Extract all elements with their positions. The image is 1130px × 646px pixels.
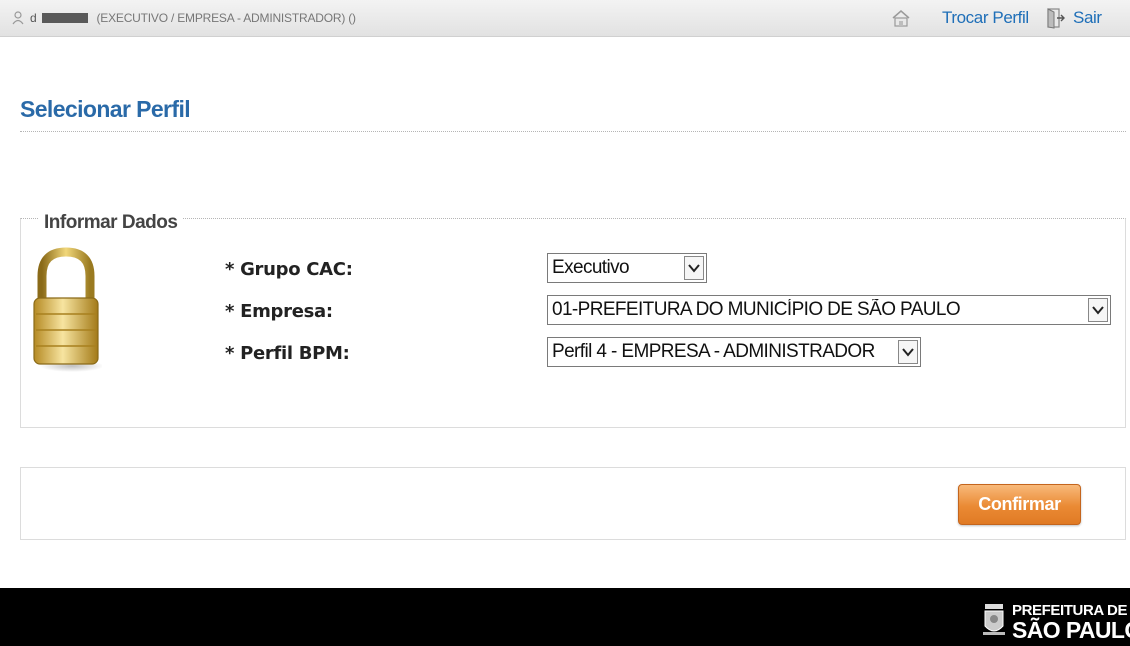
user-profile-text: (EXECUTIVO / EMPRESA - ADMINISTRADOR) (): [96, 11, 356, 25]
grupo-cac-value: Executivo: [552, 257, 630, 278]
perfil-bpm-label: * Perfil BPM:: [225, 343, 350, 364]
chevron-down-icon[interactable]: [1088, 298, 1108, 322]
chevron-down-icon[interactable]: [684, 256, 704, 280]
city-seal-icon: [983, 604, 1005, 635]
home-icon[interactable]: [891, 8, 911, 28]
sair-link[interactable]: Sair: [1073, 8, 1102, 28]
empresa-select[interactable]: 01-PREFEITURA DO MUNICÍPIO DE SÃO PAULO: [547, 295, 1111, 325]
fieldset-legend: Informar Dados: [38, 212, 184, 234]
empresa-value: 01-PREFEITURA DO MUNICÍPIO DE SÃO PAULO: [552, 299, 961, 320]
grupo-cac-select[interactable]: Executivo: [547, 253, 707, 283]
prefeitura-logo: PREFEITURA DE SÃO PAULO: [982, 598, 1130, 643]
user-icon: [12, 11, 24, 25]
exit-door-icon[interactable]: [1045, 7, 1065, 29]
empresa-label: * Empresa:: [225, 301, 333, 322]
perfil-bpm-select[interactable]: Perfil 4 - EMPRESA - ADMINISTRADOR: [547, 337, 921, 367]
top-bar: d (EXECUTIVO / EMPRESA - ADMINISTRADOR) …: [0, 0, 1130, 37]
footer: [0, 588, 1130, 646]
chevron-down-icon[interactable]: [898, 340, 918, 364]
confirmar-button[interactable]: Confirmar: [958, 484, 1081, 525]
title-divider: [20, 131, 1126, 132]
perfil-bpm-value: Perfil 4 - EMPRESA - ADMINISTRADOR: [552, 341, 875, 362]
padlock-icon: [33, 247, 102, 372]
trocar-perfil-link[interactable]: Trocar Perfil: [942, 8, 1029, 28]
logo-line-2: SÃO PAULO: [1012, 617, 1130, 643]
user-info: d (EXECUTIVO / EMPRESA - ADMINISTRADOR) …: [12, 9, 356, 27]
grupo-cac-label: * Grupo CAC:: [225, 259, 353, 280]
user-name: d: [30, 11, 37, 25]
page-title: Selecionar Perfil: [20, 96, 191, 122]
redacted-user-name: [42, 13, 89, 23]
